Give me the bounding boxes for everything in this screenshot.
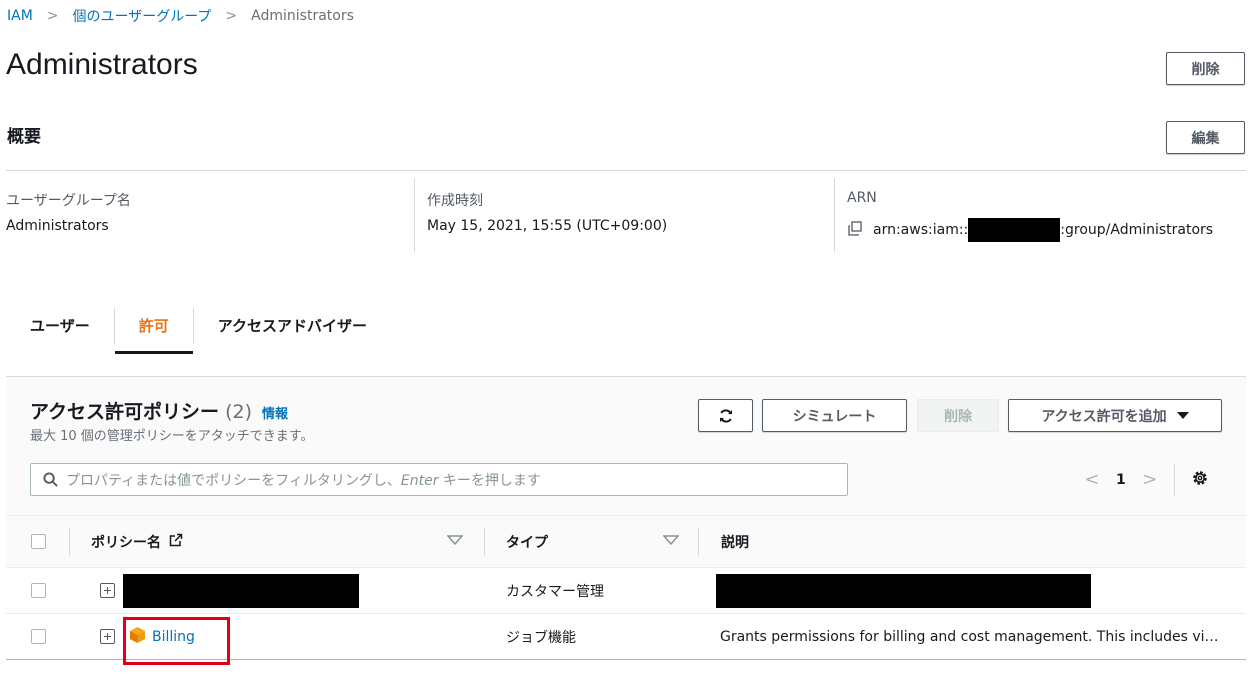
expand-icon[interactable] [100,629,115,644]
arn-prefix: arn:aws:iam:: [873,222,969,238]
redacted-policy-name [123,573,359,608]
copy-icon[interactable] [847,221,865,239]
select-all-checkbox[interactable] [31,534,46,549]
policies-count: (2) [225,401,252,423]
group-name-section: ユーザーグループ名 Administrators [6,178,414,252]
group-name-value: Administrators [6,218,109,234]
column-divider [698,528,699,556]
policies-panel-header: アクセス許可ポリシー (2) 情報 最大 10 個の管理ポリシーをアタッチできま… [6,377,1246,515]
created-time-value: May 15, 2021, 15:55 (UTC+09:00) [427,218,668,234]
select-all-cell [31,516,46,567]
chevron-right-icon: > [46,8,59,24]
divider [1173,463,1175,496]
table-header: ポリシー名 タイプ 説明 [6,515,1246,568]
chevron-right-icon: > [225,8,238,24]
divider [6,170,1246,171]
policy-search-input[interactable]: プロパティまたは値でポリシーをフィルタリングし、Enter キーを押します [30,463,848,496]
info-link[interactable]: 情報 [262,403,288,422]
row-checkbox[interactable] [31,583,46,598]
created-time-label: 作成時刻 [427,193,483,209]
add-permissions-button[interactable]: アクセス許可を追加 [1008,399,1222,432]
search-placeholder: プロパティまたは値でポリシーをフィルタリングし、Enter キーを押します [66,472,541,489]
arn-value: arn:aws:iam:: :group/Administrators [847,218,1213,242]
refresh-icon [719,408,732,423]
redacted-description [716,573,1091,608]
breadcrumb-current: Administrators [251,8,354,24]
column-header-type[interactable]: タイプ [506,516,548,567]
row-checkbox[interactable] [31,629,46,644]
table-row[interactable]: カスタマー管理 [6,568,1246,614]
breadcrumb-user-groups-link[interactable]: 個のユーザーグループ [73,6,212,26]
created-time-section: 作成時刻 May 15, 2021, 15:55 (UTC+09:00) [414,178,834,252]
sort-icon[interactable] [447,534,463,546]
pagination: < 1 > [1082,463,1209,496]
arn-suffix: :group/Administrators [1060,222,1214,238]
caret-down-icon [1176,408,1189,424]
add-permissions-label: アクセス許可を追加 [1041,408,1167,425]
column-divider [484,528,485,556]
redacted-account-id [968,218,1061,242]
chevron-left-icon[interactable]: < [1082,469,1102,490]
breadcrumb-iam-link[interactable]: IAM [7,8,33,24]
policy-type: カスタマー管理 [506,583,604,600]
settings-gear-icon[interactable] [1191,469,1209,491]
tab-users[interactable]: ユーザー [6,298,114,352]
delete-policy-button[interactable]: 削除 [917,399,999,432]
arn-label: ARN [847,190,877,206]
policy-description: Grants permissions for billing and cost … [720,628,1219,645]
chevron-right-icon[interactable]: > [1140,469,1160,490]
arn-section: ARN arn:aws:iam:: :group/Administrators [834,178,1246,252]
highlight-annotation [123,617,230,665]
page-number[interactable]: 1 [1116,472,1126,488]
simulate-button[interactable]: シミュレート [762,399,907,432]
tab-permissions[interactable]: 許可 [114,298,193,354]
table-row[interactable]: Billing ジョブ機能 Grants permissions for bil… [6,614,1246,665]
tab-access-advisor[interactable]: アクセスアドバイザー [194,298,391,352]
policies-description: 最大 10 個の管理ポリシーをアタッチできます。 [30,429,314,444]
breadcrumb: IAM > 個のユーザーグループ > Administrators [7,6,354,26]
external-link-icon [169,533,183,551]
sort-icon[interactable] [663,534,679,546]
edit-button[interactable]: 編集 [1166,121,1245,154]
summary-title: 概要 [7,127,41,147]
policies-title: アクセス許可ポリシー (2) 情報 [30,397,288,424]
column-divider [69,528,70,556]
group-name-label: ユーザーグループ名 [6,193,131,209]
page-title: Administrators [6,48,198,81]
refresh-button[interactable] [698,399,753,432]
delete-group-button[interactable]: 削除 [1166,52,1245,85]
column-header-policy-name[interactable]: ポリシー名 [91,516,183,567]
policy-type: ジョブ機能 [506,629,576,646]
column-header-label: ポリシー名 [91,534,161,551]
policies-table: ポリシー名 タイプ 説明 カスタマー管理 Billing ジョブ機能 Grant… [6,515,1246,665]
policies-title-text: アクセス許可ポリシー [30,401,220,423]
tab-list: ユーザー 許可 アクセスアドバイザー [6,298,391,354]
search-icon [43,472,58,487]
expand-icon[interactable] [100,583,115,598]
column-header-description[interactable]: 説明 [721,516,749,567]
